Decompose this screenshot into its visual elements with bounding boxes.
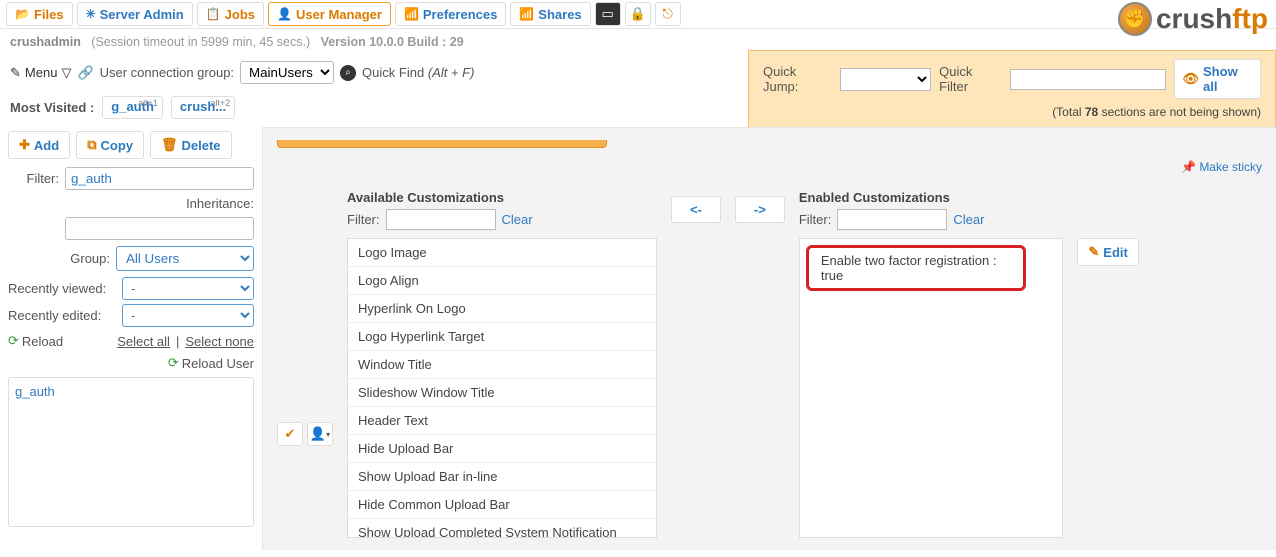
select-none-link[interactable]: Select none bbox=[185, 334, 254, 349]
copy-button[interactable]: ⧉Copy bbox=[76, 131, 144, 159]
most-visited-label: Most Visited : bbox=[10, 100, 94, 115]
enabled-title: Enabled Customizations bbox=[799, 190, 1139, 205]
window-icon: ▭ bbox=[602, 6, 614, 22]
enabled-clear-link[interactable]: Clear bbox=[953, 212, 984, 227]
chevron-down-icon: ▽ bbox=[61, 65, 71, 81]
tab-dark[interactable]: ▭ bbox=[595, 2, 621, 26]
avail-filter-label: Filter: bbox=[347, 212, 380, 227]
quick-jump-label: Quick Jump: bbox=[763, 64, 832, 94]
pin-icon: 📌 bbox=[1181, 160, 1196, 174]
tab-jobs[interactable]: 📋Jobs bbox=[197, 2, 264, 26]
available-item[interactable]: Hyperlink On Logo bbox=[348, 295, 656, 323]
available-item[interactable]: Hide Common Upload Bar bbox=[348, 491, 656, 519]
add-button[interactable]: ✚Add bbox=[8, 131, 70, 159]
recent-edited-label: Recently edited: bbox=[8, 308, 118, 323]
tab-shares[interactable]: 📶Shares bbox=[510, 2, 590, 26]
enabled-filter-label: Filter: bbox=[799, 212, 832, 227]
pencil-icon: ✎ bbox=[10, 65, 21, 81]
enabled-filter-input[interactable] bbox=[837, 209, 947, 230]
move-left-button[interactable]: <- bbox=[671, 196, 721, 223]
search-icon: ⌕ bbox=[340, 65, 356, 81]
inheritance-input[interactable] bbox=[65, 217, 254, 240]
available-item[interactable]: Show Upload Completed System Notificatio… bbox=[348, 519, 656, 538]
sliders-icon: 📶 bbox=[404, 7, 419, 21]
user-dropdown-button[interactable]: 👤▾ bbox=[307, 422, 333, 446]
user-icon: 👤 bbox=[277, 7, 292, 21]
eye-icon: 👁 bbox=[1183, 71, 1200, 87]
tab-user-manager[interactable]: 👤User Manager bbox=[268, 2, 391, 26]
collapsed-banner bbox=[277, 140, 607, 148]
available-title: Available Customizations bbox=[347, 190, 657, 205]
available-item[interactable]: Header Text bbox=[348, 407, 656, 435]
available-item[interactable]: Logo Hyperlink Target bbox=[348, 323, 656, 351]
available-item[interactable]: Slideshow Window Title bbox=[348, 379, 656, 407]
chevron-down-icon: ▾ bbox=[326, 430, 330, 439]
tab-server-admin[interactable]: ✳Server Admin bbox=[77, 2, 193, 26]
show-all-button[interactable]: 👁Show all bbox=[1174, 59, 1262, 99]
avail-clear-link[interactable]: Clear bbox=[502, 212, 533, 227]
delete-button[interactable]: 🗑Delete bbox=[150, 131, 232, 159]
recent-edited-select[interactable]: - bbox=[122, 304, 254, 327]
gear-icon: ✳ bbox=[86, 7, 96, 21]
recent-viewed-label: Recently viewed: bbox=[8, 281, 118, 296]
quick-filter-input[interactable] bbox=[1010, 69, 1166, 90]
exit-icon: ⎋ bbox=[663, 6, 673, 22]
filter-label: Filter: bbox=[8, 171, 59, 186]
make-sticky-link[interactable]: 📌Make sticky bbox=[1181, 160, 1262, 174]
share-icon: 📶 bbox=[519, 7, 534, 21]
most-visited-item[interactable]: alt+1g_auth bbox=[102, 96, 163, 119]
most-visited-item[interactable]: alt+2crush... bbox=[171, 96, 235, 119]
tab-exit[interactable]: ⎋ bbox=[655, 2, 681, 26]
pencil-icon: ✎ bbox=[1088, 244, 1099, 260]
hidden-count: (Total 78 sections are not being shown) bbox=[763, 105, 1261, 119]
trash-icon: 🗑 bbox=[161, 137, 178, 153]
folder-icon: 📂 bbox=[15, 7, 30, 21]
tab-preferences[interactable]: 📶Preferences bbox=[395, 2, 506, 26]
tab-lock[interactable]: 🔒 bbox=[625, 2, 651, 26]
logo: ✊ crushftp bbox=[1118, 2, 1268, 36]
reload-user-button[interactable]: ⟳Reload User bbox=[8, 355, 254, 371]
edit-button[interactable]: ✎Edit bbox=[1077, 238, 1138, 266]
enabled-list[interactable]: Enable two factor registration : true bbox=[799, 238, 1064, 538]
tab-files[interactable]: 📂Files bbox=[6, 2, 73, 26]
filter-input[interactable] bbox=[65, 167, 254, 190]
user-list-item[interactable]: g_auth bbox=[15, 384, 247, 399]
link-icon: 🔗 bbox=[77, 65, 93, 81]
conn-group-select[interactable]: MainUsers bbox=[240, 61, 334, 84]
available-list[interactable]: Logo ImageLogo AlignHyperlink On LogoLog… bbox=[347, 238, 657, 538]
quick-jump-select[interactable] bbox=[840, 68, 932, 91]
user-icon: 👤 bbox=[310, 426, 326, 442]
plus-icon: ✚ bbox=[19, 137, 30, 153]
lock-icon: 🔒 bbox=[630, 6, 646, 22]
select-all-link[interactable]: Select all bbox=[117, 334, 170, 349]
refresh-icon: ⟳ bbox=[8, 333, 19, 349]
menu-button[interactable]: ✎ Menu ▽ bbox=[10, 65, 71, 81]
available-item[interactable]: Window Title bbox=[348, 351, 656, 379]
refresh-icon: ⟳ bbox=[168, 355, 179, 371]
enabled-item-highlight[interactable]: Enable two factor registration : true bbox=[806, 245, 1026, 291]
copy-icon: ⧉ bbox=[87, 137, 96, 153]
available-item[interactable]: Hide Upload Bar bbox=[348, 435, 656, 463]
quick-find-label[interactable]: Quick Find (Alt + F) bbox=[362, 65, 474, 80]
conn-group-label: User connection group: bbox=[100, 65, 234, 80]
reload-button[interactable]: ⟳Reload bbox=[8, 333, 63, 349]
inheritance-label: Inheritance: bbox=[186, 196, 254, 211]
quick-filter-label: Quick Filter bbox=[939, 64, 1001, 94]
available-item[interactable]: Show Upload Bar in-line bbox=[348, 463, 656, 491]
list-icon: 📋 bbox=[206, 7, 221, 21]
check-button[interactable]: ✔ bbox=[277, 422, 303, 446]
user-list[interactable]: g_auth bbox=[8, 377, 254, 527]
avail-filter-input[interactable] bbox=[386, 209, 496, 230]
recent-viewed-select[interactable]: - bbox=[122, 277, 254, 300]
available-item[interactable]: Logo Align bbox=[348, 267, 656, 295]
check-icon: ✔ bbox=[285, 426, 296, 442]
logo-swirl-icon: ✊ bbox=[1118, 2, 1152, 36]
group-label: Group: bbox=[8, 251, 110, 266]
group-select[interactable]: All Users bbox=[116, 246, 254, 271]
available-item[interactable]: Logo Image bbox=[348, 239, 656, 267]
quick-panel: Quick Jump: Quick Filter 👁Show all (Tota… bbox=[748, 50, 1276, 128]
move-right-button[interactable]: -> bbox=[735, 196, 785, 223]
